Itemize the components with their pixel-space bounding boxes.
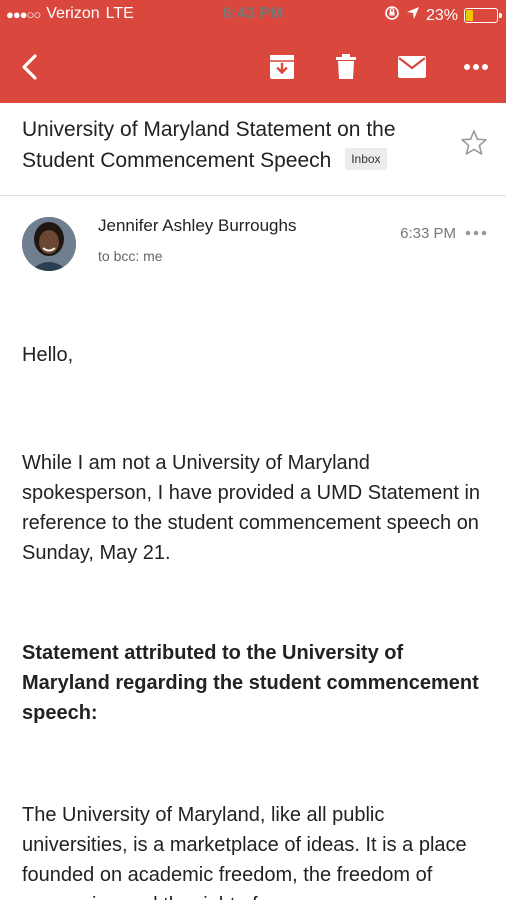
subject-header: University of Maryland Statement on the … — [0, 103, 506, 196]
mark-unread-button[interactable] — [392, 47, 432, 87]
location-arrow-icon — [406, 6, 420, 25]
email-subject: University of Maryland Statement on the … — [22, 114, 442, 176]
subject-text: University of Maryland Statement on the … — [22, 118, 396, 172]
status-bar: ●●●○○ Verizon LTE 6:43 PM 23% — [0, 0, 506, 30]
status-right: 23% — [384, 5, 502, 26]
star-icon — [461, 130, 487, 155]
statement-text: The University of Maryland, like all pub… — [22, 804, 467, 900]
rotation-lock-icon — [384, 5, 400, 26]
battery-percent: 23% — [425, 6, 458, 24]
battery-icon — [464, 8, 502, 23]
trash-icon — [336, 54, 356, 79]
received-time: 6:33 PM — [400, 225, 456, 242]
sender-name: Jennifer Ashley Burroughs — [98, 216, 297, 235]
inbox-label-badge[interactable]: Inbox — [345, 148, 387, 171]
delete-button[interactable] — [326, 47, 366, 87]
more-horizontal-icon — [464, 64, 488, 70]
back-button[interactable] — [10, 47, 50, 87]
body-greeting: Hello, — [22, 344, 74, 366]
email-toolbar — [0, 30, 506, 103]
app-header: ●●●○○ Verizon LTE 6:43 PM 23% — [0, 0, 506, 103]
more-options-button[interactable] — [456, 47, 496, 87]
archive-icon — [270, 55, 294, 79]
star-button[interactable] — [460, 129, 490, 159]
more-horizontal-icon — [465, 230, 487, 236]
sender-avatar[interactable] — [22, 217, 76, 271]
chevron-left-icon — [22, 54, 37, 80]
envelope-icon — [398, 56, 426, 78]
statement-heading: Statement attributed to the University o… — [22, 642, 479, 724]
sender-row[interactable]: Jennifer Ashley Burroughs to bcc: me 6:3… — [0, 196, 506, 286]
message-more-button[interactable] — [464, 223, 490, 243]
body-intro: While I am not a University of Maryland … — [22, 452, 481, 564]
recipients-line[interactable]: to bcc: me — [98, 248, 163, 264]
archive-button[interactable] — [262, 47, 302, 87]
